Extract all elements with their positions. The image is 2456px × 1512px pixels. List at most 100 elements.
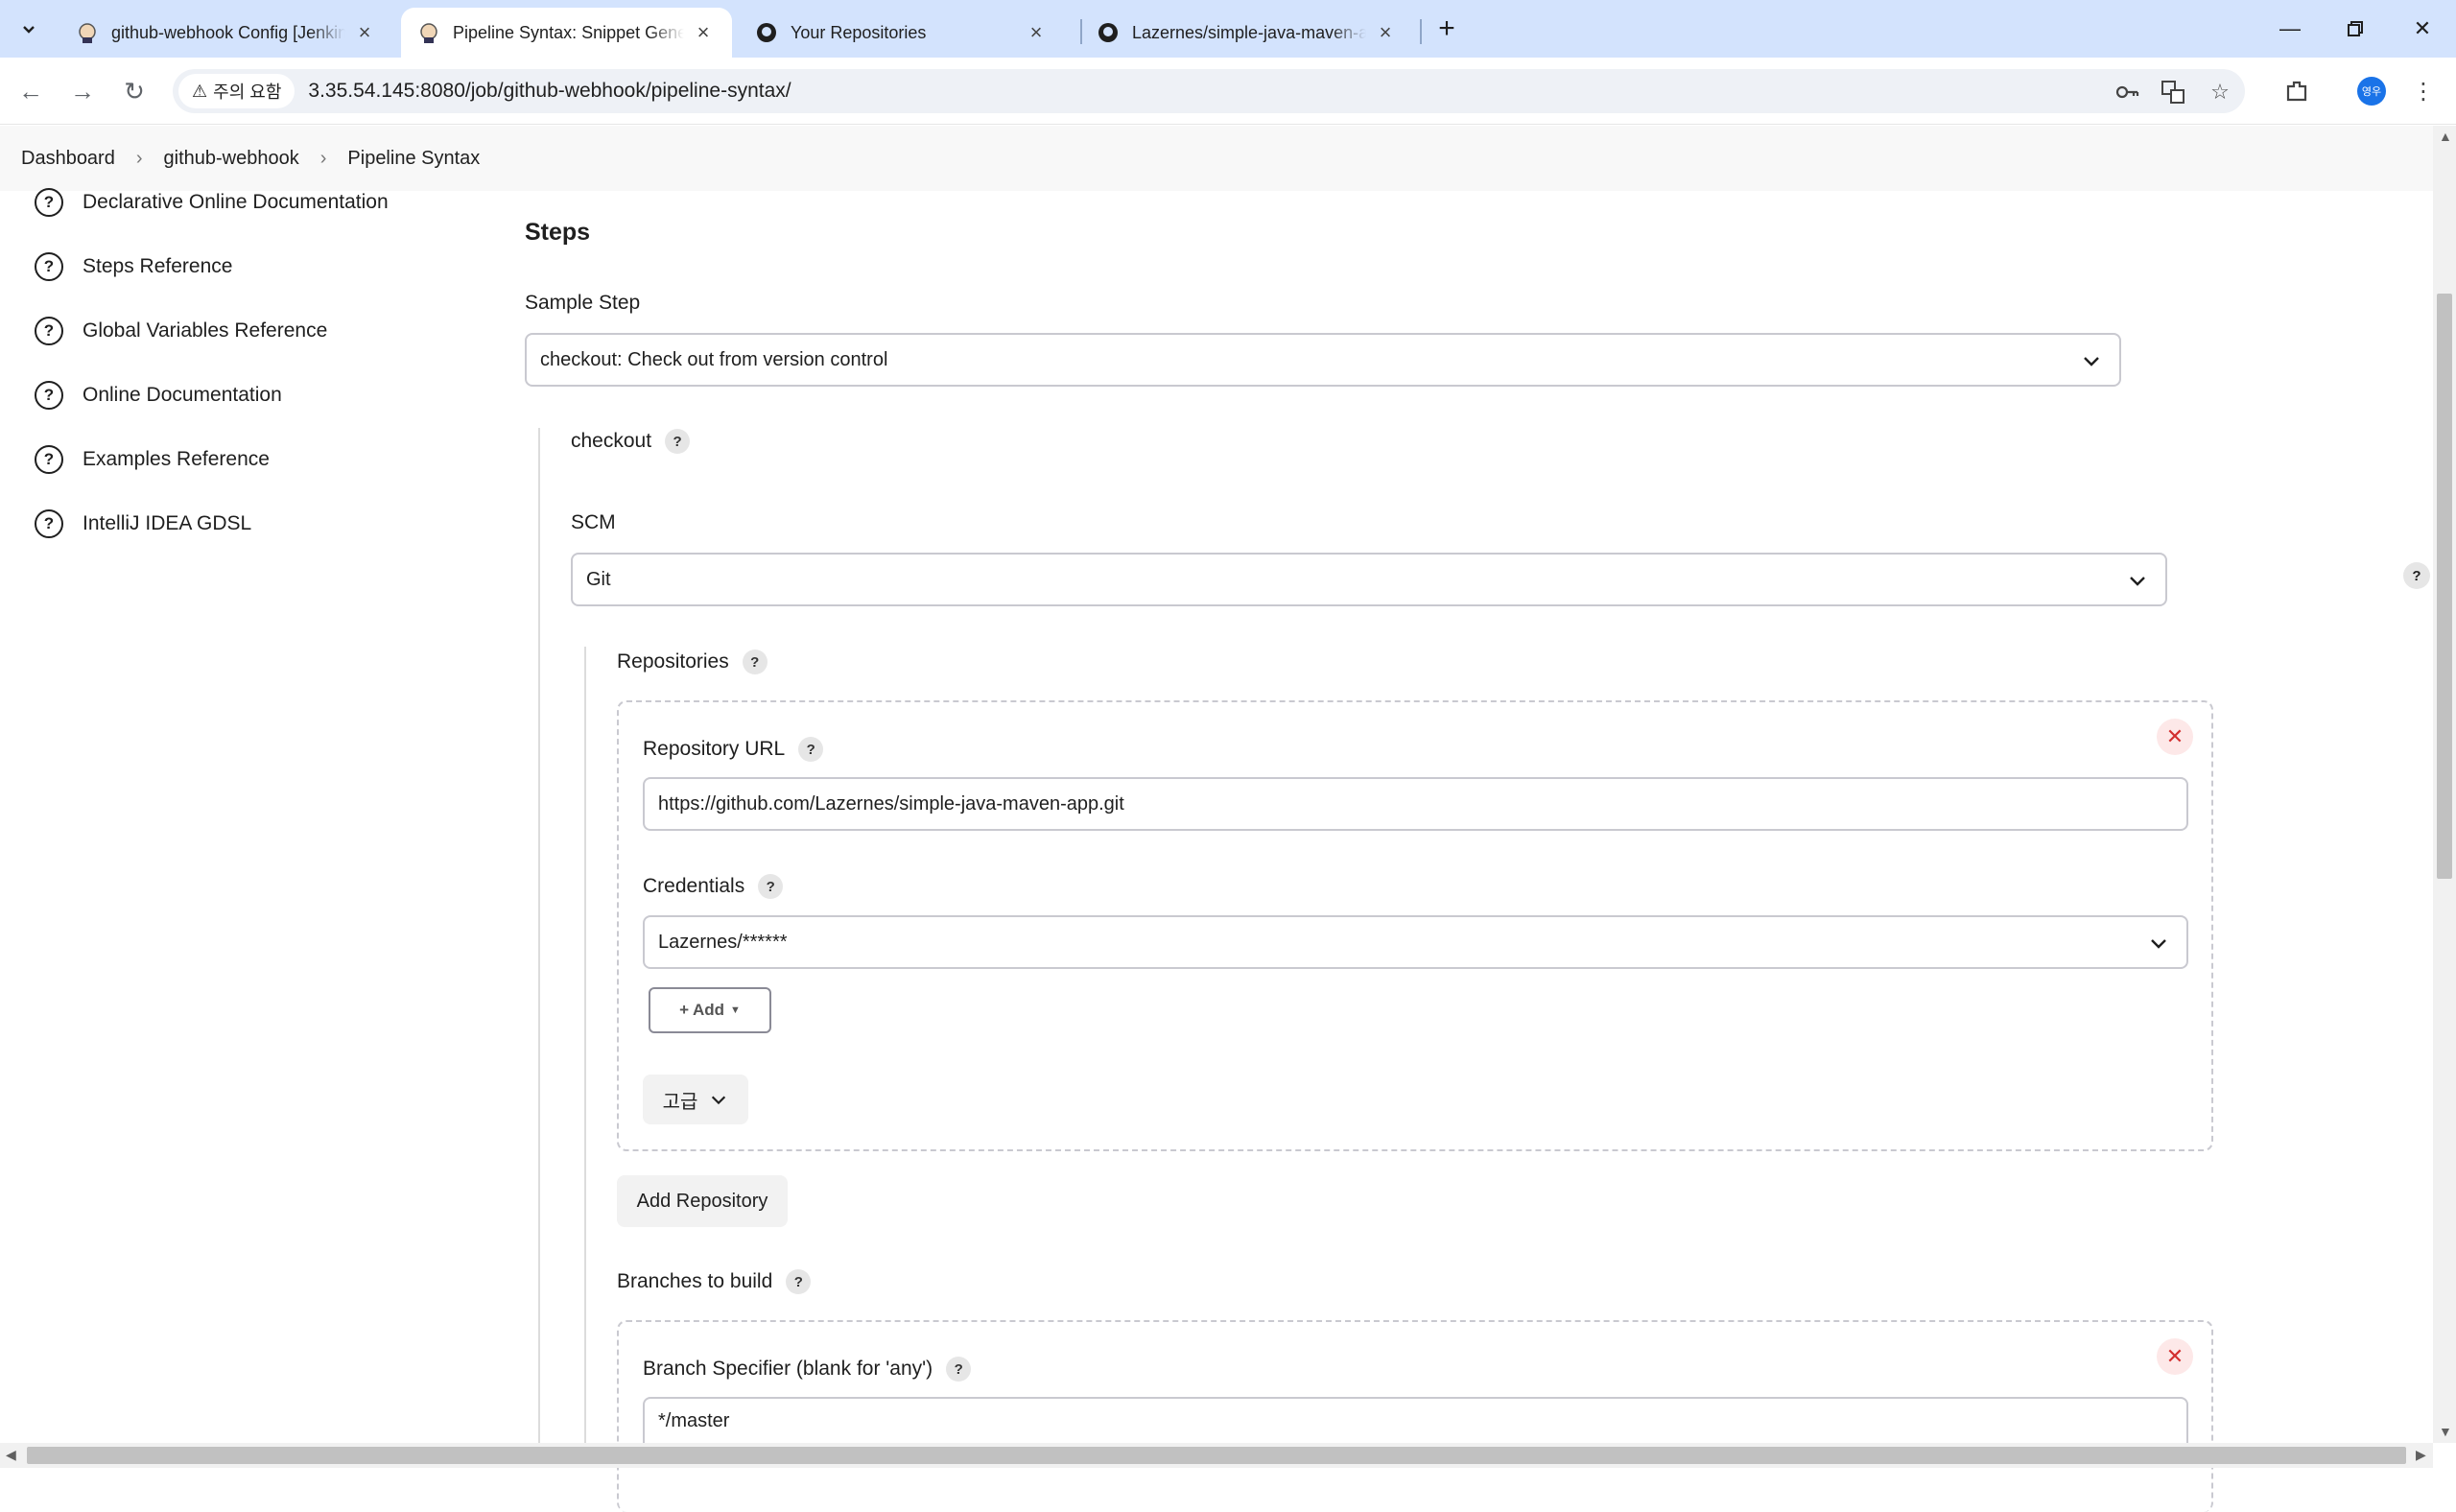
branch-specifier-label: Branch Specifier (blank for 'any') ? [643,1357,972,1382]
help-icon[interactable]: ? [946,1357,972,1382]
translate-icon[interactable] [2158,77,2188,107]
help-icon: ? [35,381,63,410]
security-warning-chip[interactable]: ⚠ 주의 요함 [178,74,295,108]
restore-icon[interactable] [2322,0,2389,58]
tab-search-icon[interactable] [12,12,46,46]
extensions-icon[interactable] [2278,72,2316,110]
branches-label-text: Branches to build [617,1270,773,1292]
profile-avatar[interactable]: 영우 [2357,77,2386,106]
scm-select[interactable]: Git [571,553,2167,606]
tab-close-icon[interactable]: × [1374,20,1397,44]
branch-specifier-input[interactable]: */master [643,1397,2188,1443]
jenkins-favicon-icon [420,23,437,43]
scroll-down-arrow-icon[interactable]: ▼ [2439,1424,2452,1439]
help-icon: ? [35,188,63,217]
vertical-scrollbar-thumb[interactable] [2437,294,2452,879]
sidebar-item-steps-reference[interactable]: ? Steps Reference [35,248,232,286]
advanced-button[interactable]: 고급 [643,1075,748,1124]
help-icon[interactable]: ? [786,1269,812,1294]
tab-title: Lazernes/simple-java-maven-app [1132,22,1366,42]
remove-branch-icon[interactable]: ✕ [2157,1338,2193,1375]
add-credentials-button[interactable]: + Add ▼ [649,987,771,1033]
help-icon: ? [35,509,63,538]
help-icon[interactable]: ? [758,874,784,899]
repo-url-label: Repository URL ? [643,737,824,762]
tab-title: Pipeline Syntax: Snippet Generator [453,22,684,42]
tab-title: github-webhook Config [Jenkins] [111,22,345,42]
tab-title: Your Repositories [791,22,927,42]
branch-specifier-value: */master [658,1409,730,1431]
tab-close-icon[interactable]: × [692,20,715,44]
new-tab-icon[interactable]: + [1429,12,1464,46]
scm-value: Git [586,568,611,590]
sidebar-item-online-docs[interactable]: ? Online Documentation [35,376,282,414]
bookmark-star-icon[interactable]: ☆ [2205,77,2235,107]
help-icon[interactable]: ? [742,650,768,674]
sample-step-select[interactable]: checkout: Check out from version control [525,333,2121,387]
warning-icon: ⚠ [192,81,208,101]
sidebar-item-label: Examples Reference [83,448,270,470]
step-indent-line [538,428,540,1443]
section-heading-steps: Steps [525,219,591,246]
tab-close-icon[interactable]: × [1025,20,1048,44]
chevron-down-icon [712,1096,726,1105]
breadcrumb: Dashboard › github-webhook › Pipeline Sy… [0,126,2433,191]
sidebar-item-declarative-docs[interactable]: ? Declarative Online Documentation [35,183,389,222]
password-key-icon[interactable] [2112,77,2142,107]
sidebar-item-label: Declarative Online Documentation [83,191,389,213]
help-icon[interactable]: ? [665,429,691,454]
repo-url-input[interactable]: https://github.com/Lazernes/simple-java-… [643,777,2188,831]
sidebar-item-label: Steps Reference [83,255,233,277]
repositories-label-text: Repositories [617,650,729,673]
github-favicon-icon [1098,23,1118,42]
chevron-down-icon [2151,939,2166,949]
scroll-right-arrow-icon[interactable]: ▶ [2416,1447,2426,1463]
address-bar[interactable]: ⚠ 주의 요함 3.35.54.145:8080/job/github-webh… [173,69,2245,113]
breadcrumb-dashboard[interactable]: Dashboard [21,148,115,170]
sidebar-item-global-variables[interactable]: ? Global Variables Reference [35,312,327,350]
security-chip-label: 주의 요함 [213,83,282,102]
tab-pipeline-syntax[interactable]: Pipeline Syntax: Snippet Generator × [401,8,732,58]
advanced-button-label: 고급 [662,1091,698,1113]
url-text: 3.35.54.145:8080/job/github-webhook/pipe… [308,80,791,102]
repo-url-value: https://github.com/Lazernes/simple-java-… [658,792,1124,815]
step-name-text: checkout [571,430,652,452]
close-window-icon[interactable]: ✕ [2389,0,2456,58]
horizontal-scrollbar-thumb[interactable] [27,1447,2406,1464]
tab-your-repositories[interactable]: Your Repositories × [739,8,1065,58]
help-icon[interactable]: ? [2403,562,2430,589]
help-icon[interactable]: ? [798,737,824,762]
tab-github-repo[interactable]: Lazernes/simple-java-maven-app × [1080,8,1414,58]
back-icon[interactable]: ← [12,72,50,110]
breadcrumb-pipeline-syntax[interactable]: Pipeline Syntax [347,148,480,170]
remove-repository-icon[interactable]: ✕ [2157,719,2193,755]
reload-icon[interactable]: ↻ [115,72,154,110]
sample-step-label: Sample Step [525,292,641,314]
github-favicon-icon [757,23,776,42]
scm-indent-line [584,647,586,1443]
sidebar-item-examples[interactable]: ? Examples Reference [35,440,270,479]
help-icon: ? [35,317,63,345]
chevron-down-icon [2084,357,2099,366]
tab-jenkins-config[interactable]: github-webhook Config [Jenkins] × [59,8,393,58]
branches-label: Branches to build ? [617,1269,812,1294]
scm-label: SCM [571,511,616,533]
add-button-label: Add [693,1001,725,1019]
help-icon: ? [35,445,63,474]
credentials-select[interactable]: Lazernes/****** [643,915,2188,969]
sidebar-item-label: Global Variables Reference [83,319,328,342]
help-icon: ? [35,252,63,281]
browser-menu-icon[interactable]: ⋮ [2404,72,2443,110]
tab-close-icon[interactable]: × [353,20,376,44]
minimize-icon[interactable]: — [2256,0,2324,58]
scroll-up-arrow-icon[interactable]: ▲ [2439,129,2452,144]
tab-separator [1420,19,1422,44]
repositories-label: Repositories ? [617,650,768,674]
sidebar-item-intellij-gdsl[interactable]: ? IntelliJ IDEA GDSL [35,505,251,543]
scroll-left-arrow-icon[interactable]: ◀ [6,1447,16,1463]
breadcrumb-job[interactable]: github-webhook [164,148,299,170]
credentials-label-text: Credentials [643,875,745,897]
add-repository-button[interactable]: Add Repository [617,1175,788,1227]
forward-icon[interactable]: → [63,72,102,110]
credentials-value: Lazernes/****** [658,931,788,953]
